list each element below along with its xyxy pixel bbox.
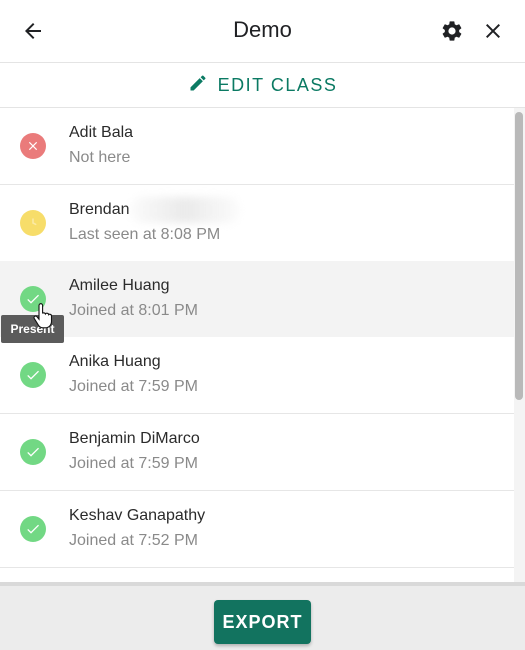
check-status-icon[interactable] [20, 439, 46, 465]
absent-status-icon[interactable] [20, 133, 46, 159]
list-item[interactable]: Brendan Last seen at 8:08 PM [0, 185, 514, 262]
footer-bar: EXPORT [0, 582, 525, 650]
student-name: Adit Bala [69, 124, 134, 141]
student-name: Amilee Huang [69, 277, 170, 294]
check-status-icon[interactable] [20, 516, 46, 542]
export-button[interactable]: EXPORT [214, 600, 311, 644]
hand-cursor-icon [33, 303, 53, 329]
list-item[interactable]: Benjamin DiMarco Joined at 7:59 PM [0, 414, 514, 491]
edit-class-button[interactable]: EDIT CLASS [188, 73, 338, 98]
list-item[interactable]: Adit Bala Not here [0, 108, 514, 185]
student-name: Benjamin DiMarco [69, 430, 200, 447]
student-list: Adit Bala Not here Brendan Last seen at … [0, 108, 514, 582]
check-status-icon[interactable] [20, 362, 46, 388]
redacted-surname [130, 197, 240, 223]
list-item[interactable]: Keshav Ganapathy Joined at 7:52 PM [0, 491, 514, 568]
student-name: Brendan [69, 201, 130, 218]
clock-status-icon[interactable] [20, 210, 46, 236]
student-status-text: Joined at 7:59 PM [69, 455, 198, 472]
header-bar: Demo [0, 0, 525, 63]
edit-class-label: EDIT CLASS [217, 74, 338, 95]
student-status-text: Joined at 8:01 PM [69, 302, 198, 319]
student-status-text: Not here [69, 149, 131, 166]
edit-class-bar: EDIT CLASS [0, 63, 525, 108]
student-name: Keshav Ganapathy [69, 507, 206, 524]
student-status-text: Last seen at 8:08 PM [69, 226, 221, 243]
list-item[interactable]: Amilee Huang Joined at 8:01 PM [0, 261, 514, 338]
student-name: Anika Huang [69, 353, 161, 370]
pencil-icon [188, 73, 208, 98]
gear-icon[interactable] [440, 19, 464, 43]
student-status-text: Joined at 7:52 PM [69, 532, 198, 549]
student-status-text: Joined at 7:59 PM [69, 378, 198, 395]
scrollbar-thumb[interactable] [515, 112, 523, 400]
list-item[interactable]: Anika Huang Joined at 7:59 PM [0, 337, 514, 414]
close-icon[interactable] [481, 19, 505, 43]
